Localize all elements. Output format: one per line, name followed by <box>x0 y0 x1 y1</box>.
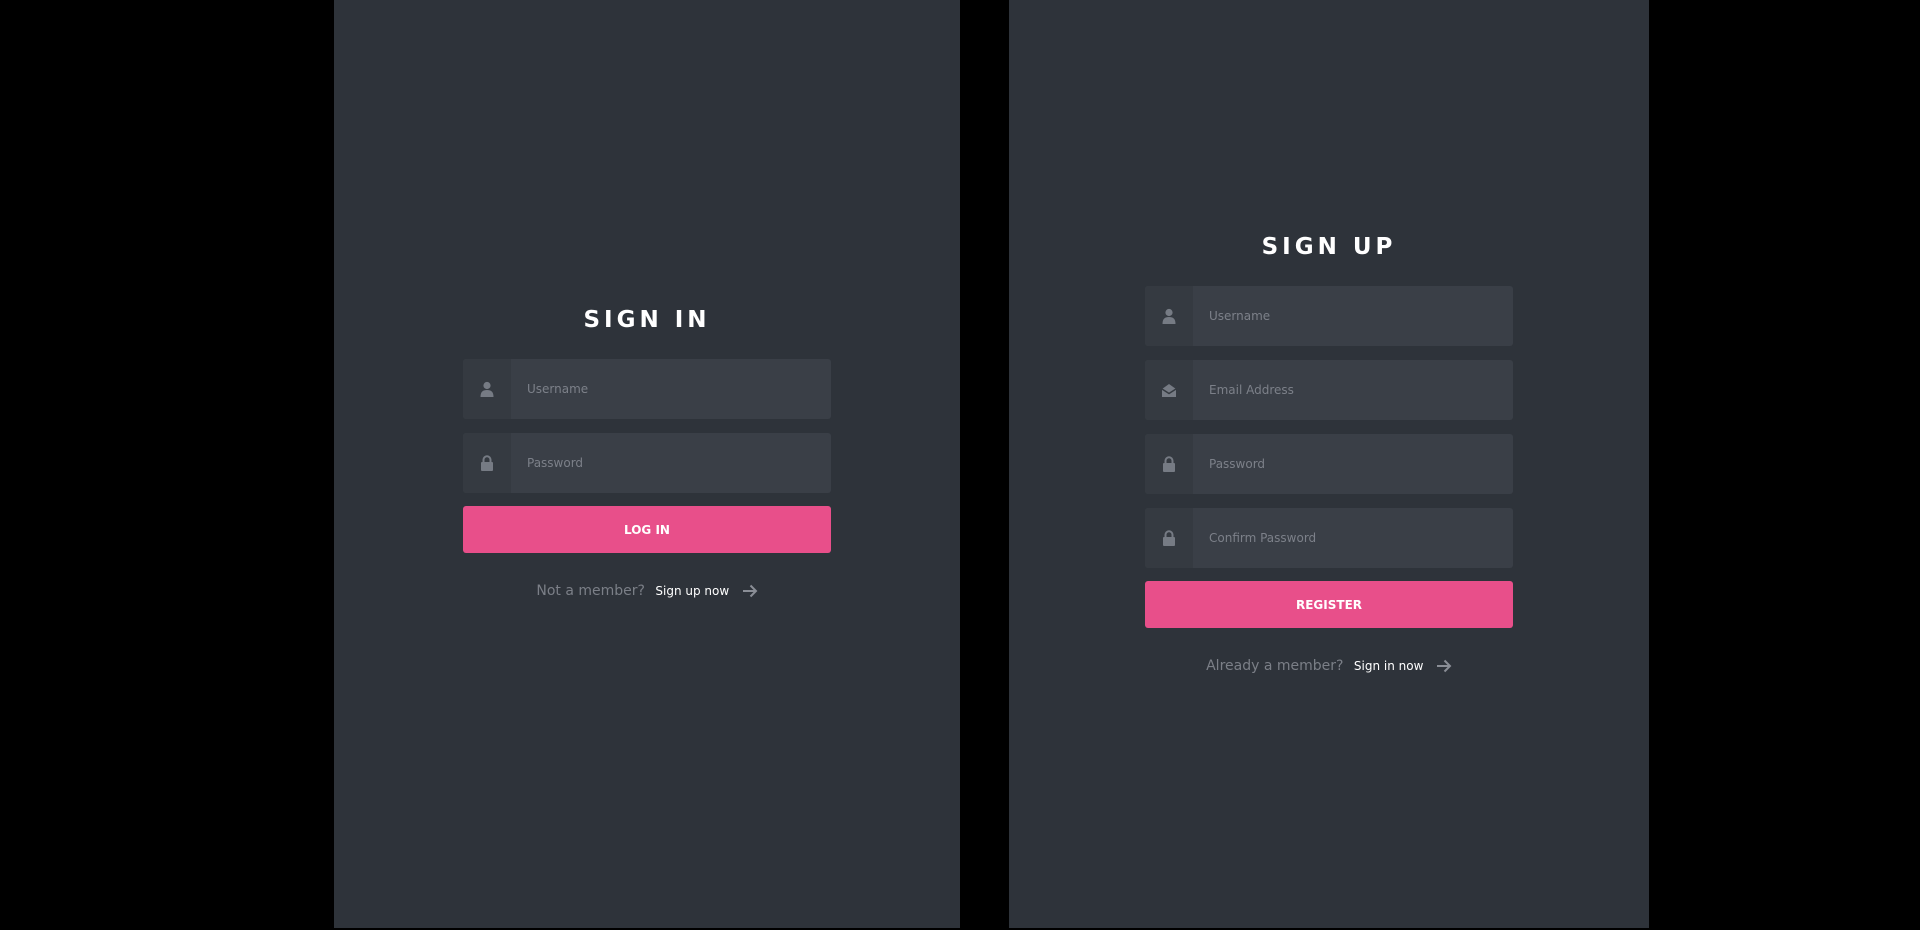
signup-panel: SIGN UP REGISTER Al <box>1009 0 1649 928</box>
signin-password-input[interactable] <box>511 433 831 493</box>
arrow-right-icon[interactable] <box>742 584 758 598</box>
signin-username-input[interactable] <box>511 359 831 419</box>
register-button[interactable]: REGISTER <box>1145 581 1513 628</box>
signin-panel: SIGN IN LOG IN Not a member? Sign up now <box>334 0 960 928</box>
user-icon <box>463 359 511 419</box>
signin-username-field[interactable] <box>463 359 831 419</box>
envelope-open-icon <box>1145 360 1193 420</box>
lock-icon <box>1145 434 1193 494</box>
signin-title: SIGN IN <box>583 307 711 333</box>
user-icon <box>1145 286 1193 346</box>
signin-link[interactable]: Sign in now <box>1354 659 1424 673</box>
signup-confirm-password-field[interactable] <box>1145 508 1513 568</box>
signin-form: SIGN IN LOG IN Not a member? Sign up now <box>463 304 831 601</box>
signup-email-field[interactable] <box>1145 360 1513 420</box>
signup-username-field[interactable] <box>1145 286 1513 346</box>
lock-icon <box>1145 508 1193 568</box>
signup-prompt-text: Not a member? <box>536 583 645 599</box>
signup-username-input[interactable] <box>1193 286 1513 346</box>
lock-icon <box>463 433 511 493</box>
signin-prompt-text: Already a member? <box>1206 658 1344 674</box>
login-button[interactable]: LOG IN <box>463 506 831 553</box>
signup-form: SIGN UP REGISTER Al <box>1145 231 1513 676</box>
signup-email-input[interactable] <box>1193 360 1513 420</box>
arrow-right-icon[interactable] <box>1436 659 1452 673</box>
signin-password-field[interactable] <box>463 433 831 493</box>
signup-confirm-password-input[interactable] <box>1193 508 1513 568</box>
signup-prompt: Not a member? Sign up now <box>463 581 831 601</box>
signup-title: SIGN UP <box>1261 234 1397 260</box>
signin-prompt: Already a member? Sign in now <box>1145 656 1513 676</box>
signup-password-field[interactable] <box>1145 434 1513 494</box>
signup-link[interactable]: Sign up now <box>655 584 729 598</box>
signup-password-input[interactable] <box>1193 434 1513 494</box>
